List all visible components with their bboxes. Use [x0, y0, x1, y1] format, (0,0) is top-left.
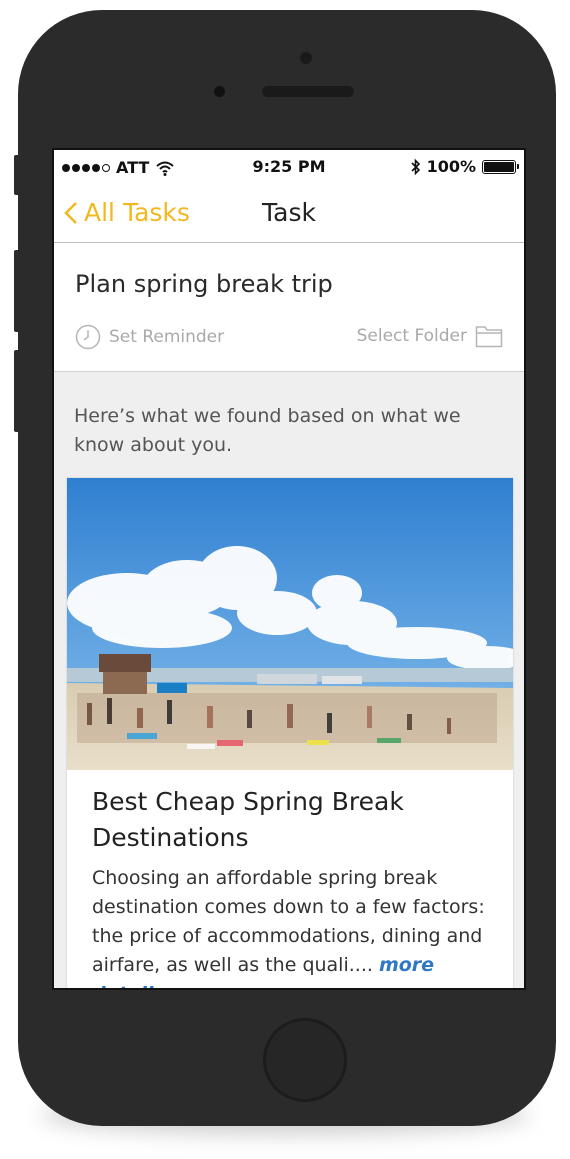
front-camera	[214, 86, 225, 97]
beach-photo	[67, 478, 513, 770]
home-button[interactable]	[263, 1018, 347, 1102]
article-card[interactable]: Best Cheap Spring Break Destinations Cho…	[67, 478, 513, 988]
top-camera	[300, 52, 312, 64]
battery-icon	[482, 159, 519, 174]
suggestions-intro: Here’s what we found based on what we kn…	[74, 405, 461, 456]
select-folder-button[interactable]: Select Folder	[357, 324, 503, 348]
page-title: Task	[262, 198, 316, 227]
task-title[interactable]: Plan spring break trip	[75, 270, 333, 298]
folder-icon	[475, 326, 503, 348]
select-folder-label: Select Folder	[356, 326, 467, 346]
suggestions-section: Here’s what we found based on what we kn…	[54, 372, 524, 988]
article-body: Choosing an affordable spring break dest…	[92, 864, 502, 988]
status-bar: ATT 9:25 PM 100%	[54, 150, 524, 184]
task-card: Plan spring break trip Set Reminder Sele…	[54, 243, 524, 372]
bluetooth-icon	[410, 158, 420, 175]
phone-screen: ATT 9:25 PM 100% All Tasks Task Plan spr…	[52, 148, 526, 990]
article-title: Best Cheap Spring Break Destinations	[92, 787, 404, 852]
set-reminder-label: Set Reminder	[109, 327, 225, 347]
earpiece-speaker	[262, 86, 354, 97]
clock-icon	[75, 324, 101, 350]
set-reminder-button[interactable]: Set Reminder	[75, 324, 224, 350]
navigation-bar: All Tasks Task	[54, 184, 524, 243]
battery-percent: 100%	[426, 157, 476, 176]
